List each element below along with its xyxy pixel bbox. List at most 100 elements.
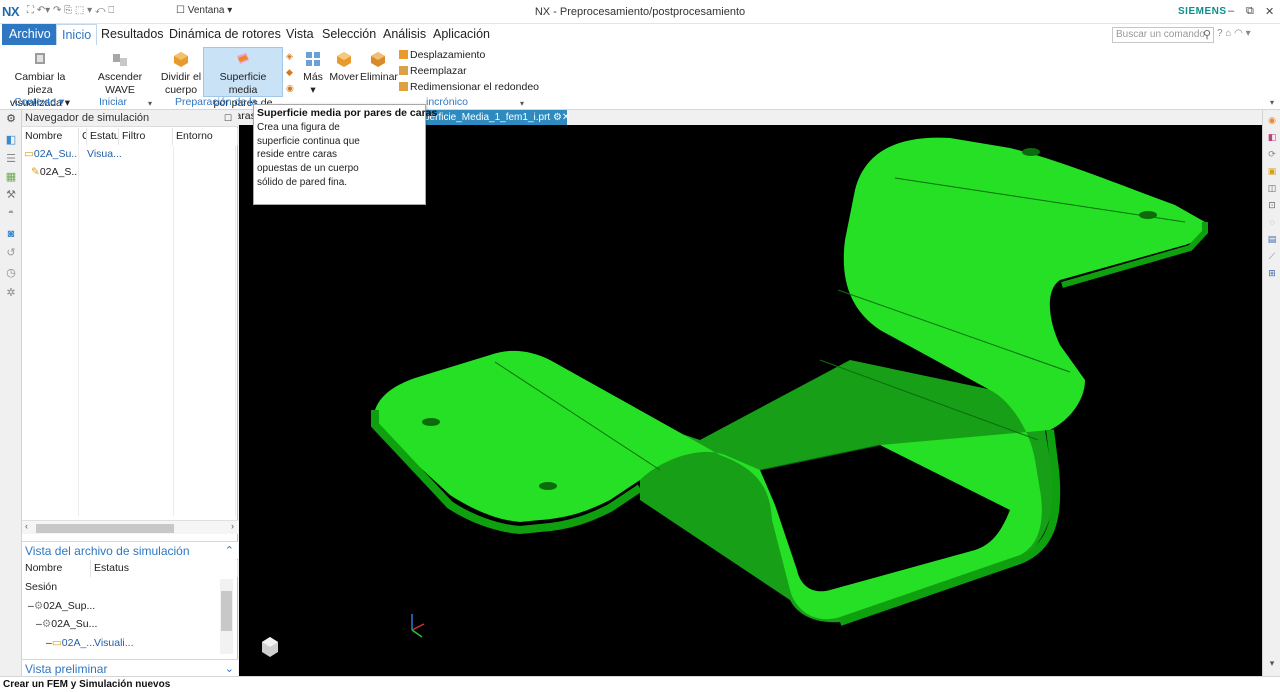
superficie-media-button[interactable]: Superficie media por pares de caras	[203, 47, 283, 122]
tab-vista[interactable]: Vista	[281, 24, 319, 45]
measure-icon[interactable]: ⟋	[1267, 251, 1277, 261]
tab-seleccion[interactable]: Selección	[317, 24, 381, 45]
tree-item-label: 02A_Sup...	[43, 600, 96, 612]
system-materials-icon[interactable]: ✲	[5, 287, 17, 299]
ribbon-tab-bar: Archivo Inicio Resultados Dinámica de ro…	[0, 24, 1280, 45]
redimensionar-label: Redimensionar el redondeo	[410, 81, 539, 93]
mas-button[interactable]: Más ▾	[300, 48, 326, 96]
scroll-thumb[interactable]	[36, 524, 174, 533]
tab-analisis[interactable]: Análisis	[378, 24, 431, 45]
scroll-right-icon[interactable]: ›	[231, 521, 234, 531]
col-nombre[interactable]: Nombre	[22, 128, 79, 145]
resource-bar-left: ⚙ ◧ ☰ ▦ ⚒ ◓ ◙ ↺ ◷ ✲	[0, 110, 22, 676]
horizontal-scrollbar[interactable]: ‹ ›	[22, 520, 238, 534]
help-icons[interactable]: ? ⌂ ◠ ▾	[1217, 28, 1251, 39]
group-preparacion[interactable]: Preparación de la	[175, 96, 257, 108]
group-iniciar-dropdown-icon[interactable]: ▾	[148, 99, 152, 108]
reemplazar-button[interactable]: Reemplazar	[399, 63, 467, 79]
web-browser-icon[interactable]: ◙	[5, 228, 17, 240]
wcs-triad	[411, 614, 425, 638]
fv-col-estatus[interactable]: Estatus	[91, 560, 238, 577]
tree-item[interactable]: –⚙02A_Sup...	[28, 598, 95, 615]
redimensionar-button[interactable]: Redimensionar el redondeo	[399, 79, 539, 95]
move-face-icon	[337, 52, 351, 67]
history-icon[interactable]: ↺	[5, 247, 17, 259]
restore-icon[interactable]: ⧉	[1246, 5, 1254, 18]
section-view-icon[interactable]: ◌	[1267, 217, 1277, 227]
minimize-icon[interactable]: –	[1228, 5, 1234, 17]
title-bar: NX ⛶ ↶▾ ↷ ⎘ ⬚ ▾ ⤺ ⎕ ☐ Ventana ▾ NX - Pre…	[0, 0, 1280, 24]
tree-item[interactable]: –▭02A_...	[46, 635, 95, 652]
part-navigator-icon[interactable]: ☰	[5, 153, 17, 165]
group-modelado-dropdown-icon[interactable]: ▾	[520, 99, 524, 108]
small-tool-icons[interactable]: ◈ ◆ ◉	[286, 48, 294, 96]
graphics-viewport[interactable]	[239, 125, 1262, 676]
replace-icon	[399, 66, 408, 75]
col-filtro[interactable]: Filtro	[119, 128, 173, 145]
grid-icon[interactable]: ⊞	[1267, 268, 1277, 278]
scroll-left-icon[interactable]: ‹	[25, 521, 28, 531]
cambiar-pieza-button[interactable]: Cambiar la pieza visualizada ▾	[3, 48, 77, 109]
pan-icon[interactable]: ▣	[1267, 166, 1277, 176]
col-entorno[interactable]: Entorno	[173, 128, 238, 145]
tab-inicio[interactable]: Inicio	[56, 24, 98, 45]
part-icon: ⚙	[33, 600, 44, 612]
table-row[interactable]: ✎02A_S...	[31, 164, 79, 181]
close-icon[interactable]: ✕	[1265, 5, 1274, 18]
tab-aplicacion[interactable]: Aplicación	[428, 24, 495, 45]
row-status: Visua...	[87, 148, 122, 160]
fit-icon[interactable]: ◉	[1267, 115, 1277, 125]
tab-resultados[interactable]: Resultados	[96, 24, 169, 45]
roles-icon[interactable]: ◷	[5, 267, 17, 279]
orient-view-icon[interactable]: ⊡	[1267, 200, 1277, 210]
tree-item-label: 02A_...	[61, 637, 96, 649]
eliminar-button[interactable]: Eliminar	[360, 48, 398, 96]
tab-archivo[interactable]: Archivo	[2, 24, 58, 45]
desplazamiento-button[interactable]: Desplazamiento	[399, 47, 485, 63]
group-contexto[interactable]: Contexto ▾	[14, 96, 64, 108]
file-view-header[interactable]: Vista del archivo de simulación ⌃	[22, 541, 238, 559]
preview-header[interactable]: Vista preliminar ⌄	[22, 659, 238, 677]
fv-col-nombre[interactable]: Nombre	[22, 560, 91, 577]
simulation-navigator-panel: Navegador de simulación ☐ Nombre C Estat…	[22, 110, 238, 677]
group-iniciar[interactable]: Iniciar	[99, 96, 127, 108]
tree-item[interactable]: Sesión	[25, 579, 57, 596]
sim-file-icon: ▭	[24, 148, 34, 160]
midsurface-icon	[237, 53, 249, 64]
col-estatus[interactable]: Estatu	[87, 128, 119, 145]
simulation-navigator-icon[interactable]: ◧	[5, 134, 17, 146]
col-divider	[78, 146, 79, 516]
ascender-wave-button[interactable]: Ascender WAVE	[84, 48, 156, 96]
ribbon-options-icon[interactable]: ▾	[1270, 98, 1274, 107]
tab-dinamica-rotores[interactable]: Dinámica de rotores	[164, 24, 286, 45]
group-preparacion-label: Preparación de la	[175, 96, 258, 108]
settings-gear-icon[interactable]: ⚙	[5, 113, 17, 125]
command-search-input[interactable]: Buscar un comando ⚲	[1112, 27, 1214, 43]
delete-face-icon	[371, 52, 385, 67]
dividir-cuerpo-button[interactable]: Dividir el cuerpo	[160, 48, 202, 96]
scroll-thumb[interactable]	[221, 591, 232, 631]
more-tools-icon[interactable]: ▾	[1267, 658, 1277, 668]
graphics-window-tab[interactable]: perficie_Media_1_fem1_i.prt ⚙✕	[421, 110, 570, 125]
collapse-up-icon[interactable]: ⌃	[225, 542, 234, 560]
status-bar: Crear un FEM y Simulación nuevos	[0, 676, 1280, 692]
tree-item-label: 02A_Su...	[51, 618, 98, 630]
table-row[interactable]: ▭02A_Su...	[24, 146, 80, 163]
zoom-icon[interactable]: ◧	[1267, 132, 1277, 142]
file-view-title: Vista del archivo de simulación	[25, 544, 190, 558]
rotate-icon[interactable]: ⟳	[1267, 149, 1277, 159]
col-c[interactable]: C	[79, 128, 87, 145]
render-style-icon[interactable]: ◫	[1267, 183, 1277, 193]
mover-button[interactable]: Mover	[329, 48, 359, 96]
tab-close-icon[interactable]: ⚙✕	[553, 112, 570, 123]
panel-maximize-icon[interactable]: ☐	[224, 110, 232, 127]
search-icon: ⚲	[1202, 29, 1211, 41]
tree-item[interactable]: –⚙02A_Su...	[36, 616, 97, 633]
constraint-navigator-icon[interactable]: ⚒	[5, 189, 17, 201]
part-icon: ⚙	[41, 618, 52, 630]
vertical-scrollbar[interactable]	[220, 579, 233, 654]
reuse-library-icon[interactable]: ◓	[5, 207, 17, 219]
tree-item-status: Visuali...	[94, 637, 134, 649]
assembly-navigator-icon[interactable]: ▦	[5, 171, 17, 183]
layer-icon[interactable]: ▤	[1267, 234, 1277, 244]
